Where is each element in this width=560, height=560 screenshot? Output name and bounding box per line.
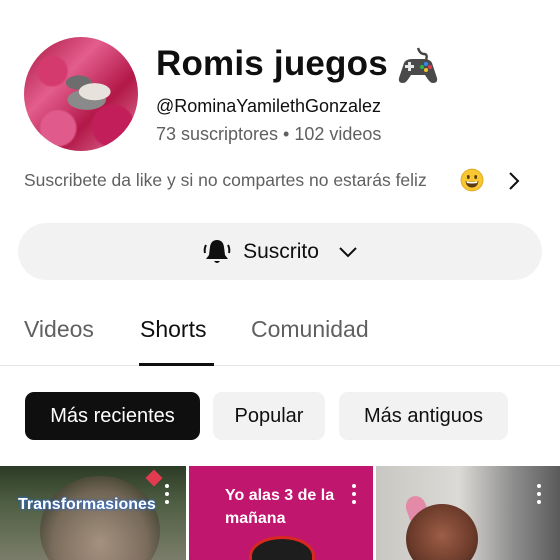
more-options-icon[interactable] [164, 484, 170, 506]
active-tab-indicator [139, 363, 214, 366]
channel-description[interactable]: Suscribete da like y si no compartes no … [24, 170, 427, 191]
channel-header: Romis juegos @RominaYamilethGonzalez 73 … [0, 0, 560, 160]
short-thumbnail[interactable]: Yo alas 3 de la mañana [189, 466, 373, 560]
more-options-icon[interactable] [351, 484, 357, 506]
channel-tabs: Videos Shorts Comunidad [0, 308, 560, 366]
grinning-face-emoji-icon [460, 168, 484, 192]
tab-comunidad[interactable]: Comunidad [251, 316, 369, 343]
video-game-controller-icon [398, 47, 438, 83]
bell-ringing-icon [203, 239, 231, 263]
subscribed-label: Suscrito [243, 239, 319, 263]
thumbnail-image [249, 536, 315, 560]
filter-chip-popular[interactable]: Popular [213, 392, 325, 440]
channel-handle: @RominaYamilethGonzalez [156, 96, 382, 116]
chevron-right-icon[interactable] [504, 170, 524, 192]
subscribed-button[interactable]: Suscrito [18, 223, 542, 280]
thumbnail-image [406, 504, 478, 560]
filter-chip-oldest[interactable]: Más antiguos [339, 392, 508, 440]
chevron-down-icon [339, 246, 357, 257]
short-title: Transformasiones [18, 496, 156, 513]
channel-stats: 73 suscriptores • 102 videos [156, 124, 382, 144]
heart-icon [145, 469, 163, 487]
short-thumbnail[interactable]: Transformasiones [0, 466, 186, 560]
thumbnail-image [40, 476, 160, 560]
short-title: Yo alas 3 de la mañana [225, 487, 335, 527]
channel-avatar[interactable] [24, 37, 138, 151]
tab-shorts[interactable]: Shorts [140, 316, 206, 343]
more-options-icon[interactable] [536, 484, 542, 506]
short-thumbnail[interactable] [376, 466, 560, 560]
channel-name: Romis juegos [156, 44, 388, 83]
filter-chip-recent[interactable]: Más recientes [25, 392, 200, 440]
tab-videos[interactable]: Videos [24, 316, 94, 343]
